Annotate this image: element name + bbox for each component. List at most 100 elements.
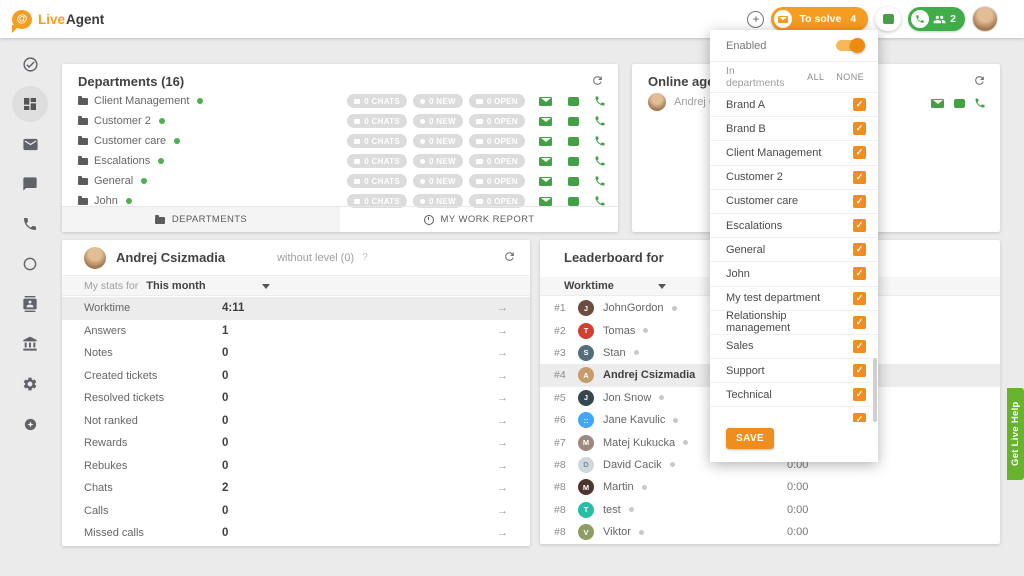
chat-action-icon[interactable] <box>568 156 579 166</box>
chat-action-icon[interactable] <box>568 116 579 126</box>
stat-row[interactable]: Not ranked 0 <box>62 410 530 433</box>
chevron-down-icon[interactable] <box>657 283 666 289</box>
new-chip[interactable]: 0 NEW <box>413 114 463 128</box>
leaderboard-row[interactable]: #8 M Martin 0:00 <box>540 476 1000 498</box>
call-action-icon[interactable] <box>974 97 986 109</box>
refresh-icon[interactable] <box>973 74 986 92</box>
checkbox-checked[interactable] <box>853 243 866 257</box>
open-chip[interactable]: 0 OPEN <box>468 94 525 108</box>
checkbox-checked[interactable] <box>853 98 866 112</box>
department-row[interactable]: Customer care 0 CHATS 0 NEW 0 OPEN <box>78 131 606 151</box>
department-checkbox-item[interactable]: My test department <box>710 285 878 310</box>
new-chip[interactable]: 0 NEW <box>413 154 463 168</box>
chat-action-icon[interactable] <box>568 96 579 106</box>
open-chip[interactable]: 0 OPEN <box>468 174 525 188</box>
stat-row[interactable]: Chats 2 <box>62 477 530 500</box>
call-action-icon[interactable] <box>594 115 606 127</box>
call-action-icon[interactable] <box>594 135 606 147</box>
checkbox-checked[interactable] <box>853 194 866 208</box>
to-solve-button[interactable]: To solve 4 <box>771 7 869 31</box>
stat-row[interactable]: Calls 0 <box>62 500 530 523</box>
checkbox-checked[interactable] <box>853 339 866 353</box>
sidebar-item-addons[interactable] <box>0 404 60 444</box>
department-checkbox-item[interactable]: Brand B <box>710 116 878 140</box>
stat-row[interactable]: Answers 1 <box>62 320 530 343</box>
department-checkbox-item-partial[interactable] <box>710 406 878 422</box>
mail-action-icon[interactable] <box>539 116 552 126</box>
mail-action-icon[interactable] <box>931 98 944 108</box>
add-icon[interactable] <box>747 10 765 28</box>
chats-chip[interactable]: 0 CHATS <box>347 94 407 108</box>
popup-scrollbar[interactable] <box>873 358 877 422</box>
department-row[interactable]: Escalations 0 CHATS 0 NEW 0 OPEN <box>78 151 606 171</box>
select-all-button[interactable]: ALL <box>807 72 824 82</box>
checkbox-checked[interactable] <box>853 170 866 184</box>
open-chip[interactable]: 0 OPEN <box>468 114 525 128</box>
chat-action-icon[interactable] <box>568 176 579 186</box>
chat-action-icon[interactable] <box>568 196 579 206</box>
checkbox-checked[interactable] <box>853 388 866 402</box>
chat-action-icon[interactable] <box>568 136 579 146</box>
enabled-toggle[interactable] <box>836 38 865 53</box>
save-button[interactable]: SAVE <box>726 428 775 449</box>
department-row[interactable]: General 0 CHATS 0 NEW 0 OPEN <box>78 171 606 191</box>
liveagent-logo[interactable]: Live Agent <box>12 9 104 33</box>
stat-row[interactable]: Resolved tickets 0 <box>62 387 530 410</box>
chats-chip[interactable]: 0 CHATS <box>347 134 407 148</box>
department-checkbox-item[interactable]: Relationship management <box>710 309 878 334</box>
sidebar-item-mail[interactable] <box>0 124 60 164</box>
chat-action-icon[interactable] <box>954 98 965 108</box>
checkbox-checked[interactable] <box>853 315 866 329</box>
refresh-icon[interactable] <box>503 250 516 268</box>
department-row[interactable]: Client Management 0 CHATS 0 NEW 0 OPEN <box>78 91 606 111</box>
checkbox-checked[interactable] <box>853 219 866 233</box>
user-avatar[interactable] <box>972 6 998 32</box>
sidebar-item-chat[interactable] <box>0 164 60 204</box>
new-chip[interactable]: 0 NEW <box>413 94 463 108</box>
tab-my-work-report[interactable]: MY WORK REPORT <box>340 207 618 232</box>
new-chip[interactable]: 0 NEW <box>413 134 463 148</box>
sidebar-item-billing[interactable] <box>0 324 60 364</box>
refresh-icon[interactable] <box>591 74 604 92</box>
mail-action-icon[interactable] <box>539 196 552 206</box>
sidebar-item-settings[interactable] <box>0 364 60 404</box>
department-checkbox-item[interactable]: Technical <box>710 382 878 406</box>
department-checkbox-item[interactable]: General <box>710 237 878 261</box>
department-checkbox-item[interactable]: Customer 2 <box>710 164 878 189</box>
get-live-help-button[interactable]: Get Live Help <box>1007 388 1024 480</box>
checkbox-checked[interactable] <box>853 146 866 160</box>
stat-row[interactable]: Rewards 0 <box>62 432 530 455</box>
department-checkbox-item[interactable]: Sales <box>710 333 878 358</box>
call-action-icon[interactable] <box>594 95 606 107</box>
mail-action-icon[interactable] <box>539 96 552 106</box>
chat-status-button[interactable] <box>875 7 902 31</box>
department-row[interactable]: Customer 2 0 CHATS 0 NEW 0 OPEN <box>78 111 606 131</box>
checkbox-checked[interactable] <box>853 122 866 136</box>
department-checkbox-item[interactable]: Customer care <box>710 188 878 213</box>
call-action-icon[interactable] <box>594 155 606 167</box>
mail-action-icon[interactable] <box>539 176 552 186</box>
period-value[interactable]: This month <box>146 280 205 292</box>
department-checkbox-item[interactable]: Client Management <box>710 140 878 164</box>
open-chip[interactable]: 0 OPEN <box>468 134 525 148</box>
stat-row[interactable]: Worktime 4:11 <box>62 297 530 320</box>
chats-chip[interactable]: 0 CHATS <box>347 114 407 128</box>
department-checkbox-item[interactable]: John <box>710 261 878 285</box>
chats-chip[interactable]: 0 CHATS <box>347 154 407 168</box>
leaderboard-row[interactable]: #8 Ttest 0:00 <box>540 499 1000 521</box>
chevron-down-icon[interactable] <box>261 283 270 289</box>
sidebar-item-status[interactable] <box>0 244 60 284</box>
checkbox-checked[interactable] <box>853 291 866 305</box>
sidebar-item-tickets[interactable] <box>0 44 60 84</box>
checkbox-checked[interactable] <box>853 412 866 422</box>
stat-row[interactable]: Missed calls 0 <box>62 522 530 545</box>
checkbox-checked[interactable] <box>853 267 866 281</box>
select-none-button[interactable]: NONE <box>836 72 864 82</box>
stat-row[interactable]: Created tickets 0 <box>62 365 530 388</box>
new-chip[interactable]: 0 NEW <box>413 174 463 188</box>
mail-action-icon[interactable] <box>539 136 552 146</box>
mail-action-icon[interactable] <box>539 156 552 166</box>
phone-status-button[interactable]: 2 <box>908 7 965 31</box>
checkbox-checked[interactable] <box>853 364 866 378</box>
open-chip[interactable]: 0 OPEN <box>468 154 525 168</box>
